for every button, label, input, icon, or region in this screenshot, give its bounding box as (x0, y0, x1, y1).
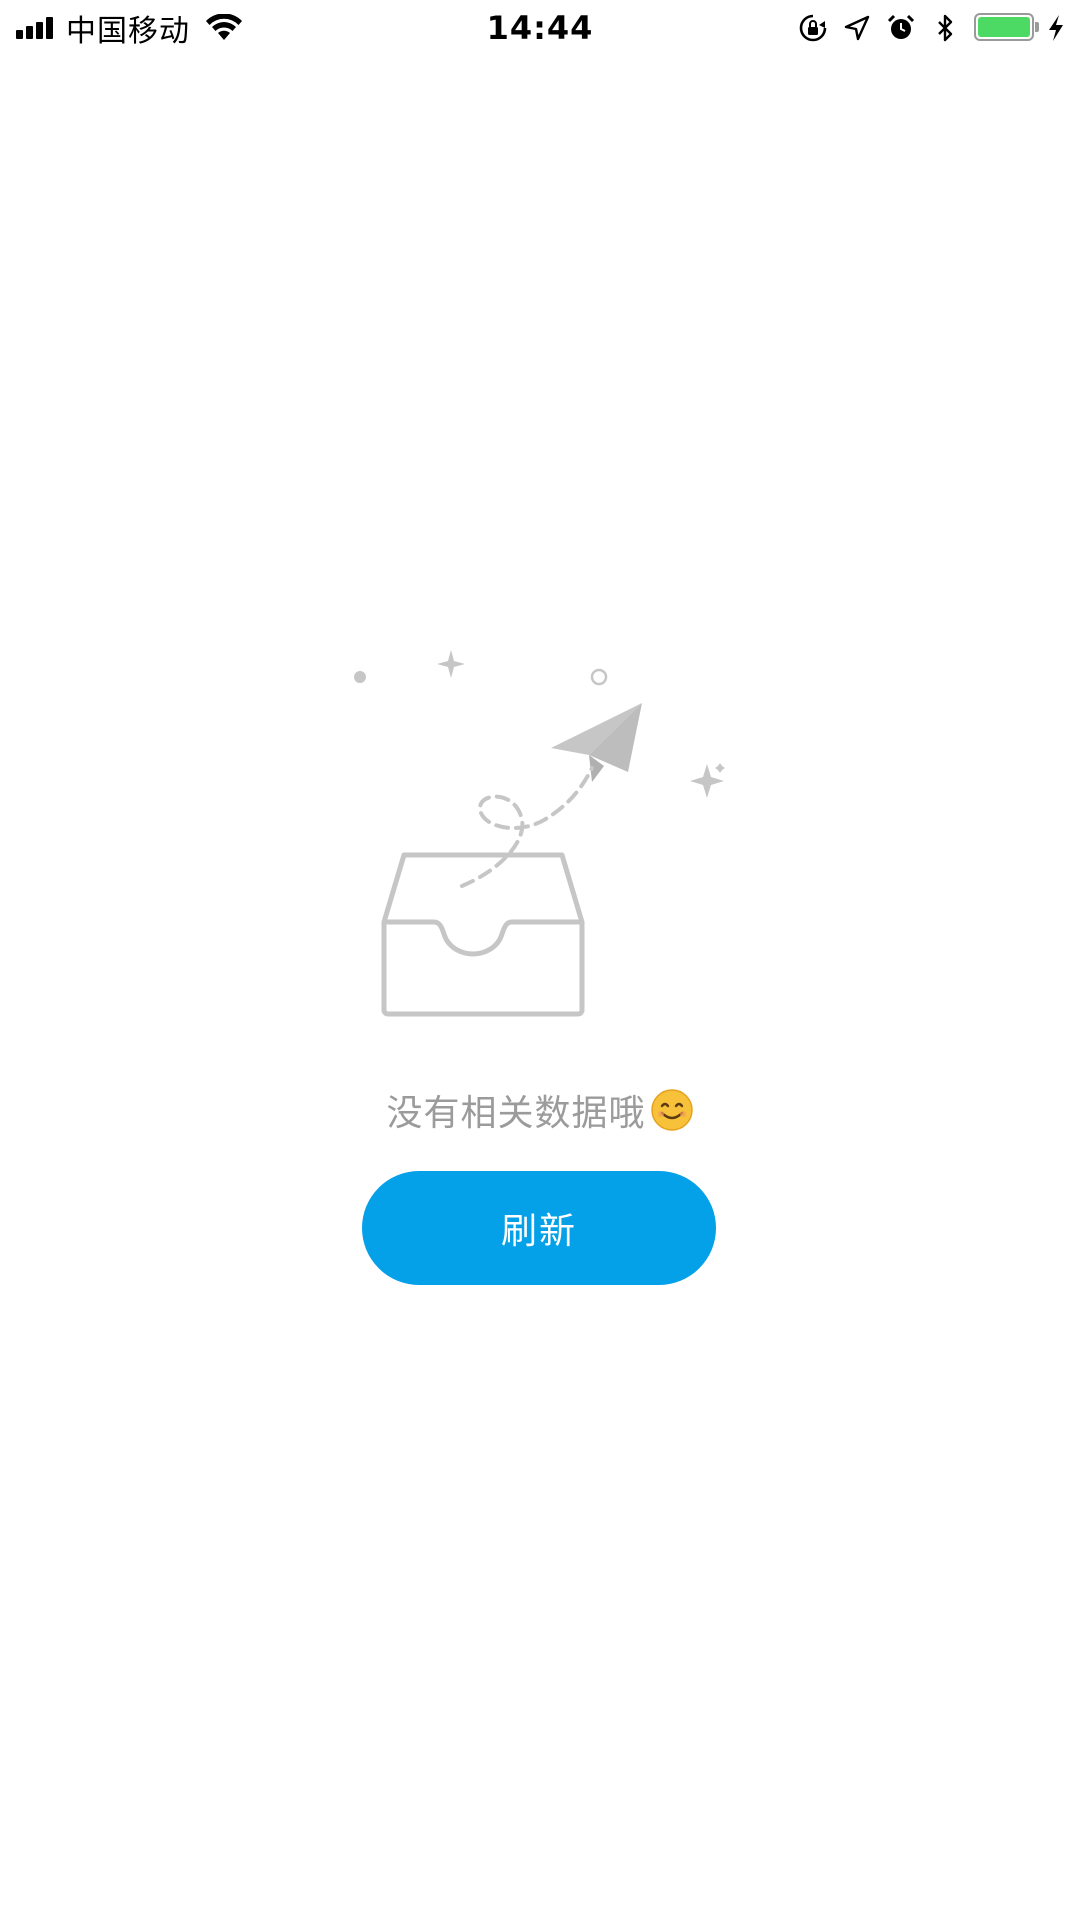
empty-inbox-paper-plane-icon (354, 650, 725, 1017)
refresh-button[interactable]: 刷新 (362, 1171, 716, 1285)
status-bar: 中国移动 14:44 (0, 0, 1080, 54)
battery-icon (974, 13, 1040, 43)
empty-message-text: 没有相关数据哦 (386, 1093, 646, 1134)
location-icon (844, 15, 870, 41)
charging-icon (1049, 15, 1063, 41)
status-bar-right (784, 8, 1066, 48)
refresh-button-label: 刷新 (500, 1211, 577, 1252)
bluetooth-icon (938, 14, 953, 42)
empty-message: 没有相关数据哦 (0, 1080, 1080, 1140)
rotation-lock-icon (799, 14, 827, 42)
alarm-icon (887, 14, 915, 39)
smiling-face-icon (650, 1089, 693, 1131)
